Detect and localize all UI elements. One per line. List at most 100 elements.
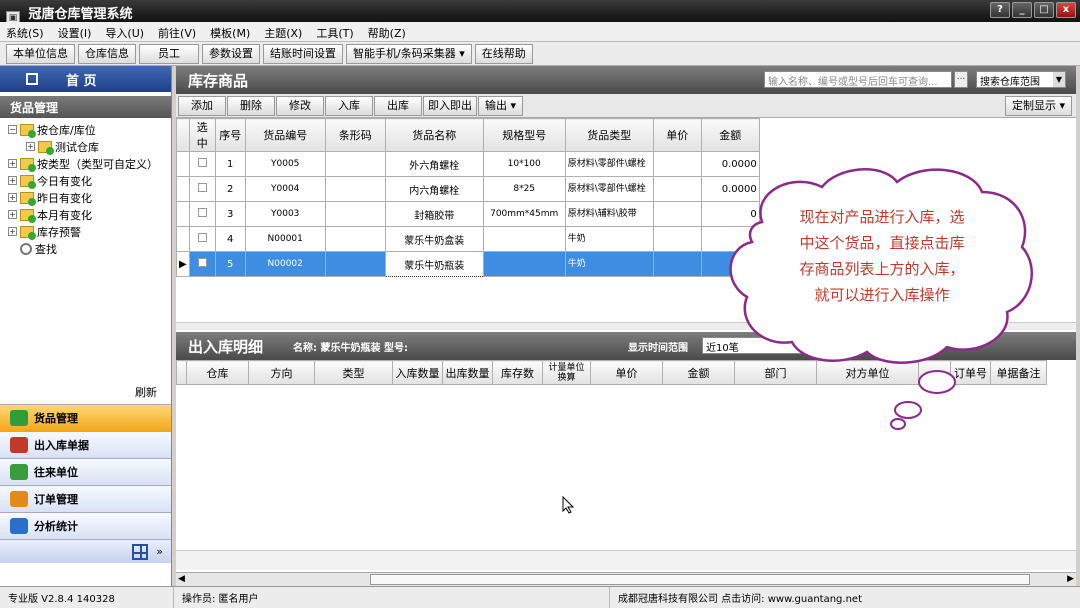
tree-node[interactable]: + 昨日有变化 bbox=[8, 189, 163, 206]
col-amount[interactable]: 金额 bbox=[700, 118, 760, 152]
expand-node-icon[interactable]: + bbox=[26, 142, 35, 151]
row-checkbox[interactable] bbox=[197, 208, 207, 217]
delete-button[interactable]: 删除 bbox=[227, 95, 275, 116]
row-checkbox[interactable] bbox=[197, 258, 207, 267]
table-row[interactable]: 3 Y0003 封箱胶带 700mm*45mm 原材料\辅料\胶带 0 bbox=[176, 201, 760, 227]
nav-button[interactable]: 往来单位 bbox=[0, 458, 171, 485]
tree-node[interactable]: + 按类型（类型可自定义） bbox=[8, 155, 163, 172]
scroll-thumb[interactable] bbox=[370, 574, 1030, 585]
tree-node[interactable]: + 库存预警 bbox=[8, 223, 163, 240]
expand-node-icon[interactable]: + bbox=[8, 159, 17, 168]
cell-price bbox=[652, 201, 702, 227]
table-row[interactable]: 2 Y0004 内六角螺栓 8*25 原材料\零部件\螺栓 0.0000 bbox=[176, 176, 760, 202]
menu-import[interactable]: 导入(U) bbox=[103, 24, 146, 40]
cell-spec: 8*25 bbox=[482, 176, 566, 202]
nav-button[interactable]: 分析统计 bbox=[0, 512, 171, 539]
in-out-button[interactable]: 即入即出 bbox=[423, 95, 477, 116]
search-input[interactable]: 输入名称、编号或型号后回车可查询... bbox=[764, 71, 952, 88]
tree-node[interactable]: 查找 bbox=[8, 240, 163, 257]
expand-node-icon[interactable]: + bbox=[8, 193, 17, 202]
expand-node-icon[interactable]: + bbox=[8, 227, 17, 236]
nav-label: 分析统计 bbox=[34, 520, 78, 533]
edit-button[interactable]: 修改 bbox=[276, 95, 324, 116]
row-checkbox[interactable] bbox=[197, 158, 207, 167]
detail-column-header[interactable]: 仓库 bbox=[186, 360, 249, 385]
nav-button[interactable]: 出入库单据 bbox=[0, 431, 171, 458]
col-type[interactable]: 货品类型 bbox=[564, 118, 654, 152]
col-spec[interactable]: 规格型号 bbox=[482, 118, 566, 152]
detail-column-header[interactable]: 库存数 bbox=[492, 360, 543, 385]
nav-button[interactable]: 货品管理 bbox=[0, 404, 171, 431]
mobile-scanner-button[interactable]: 智能手机/条码采集器 ▾ bbox=[346, 44, 472, 64]
home-button[interactable]: 首 页 bbox=[0, 66, 171, 92]
table-row[interactable]: ▶5N00002蒙乐牛奶瓶装牛奶0. bbox=[176, 251, 760, 277]
menu-system[interactable]: 系统(S) bbox=[4, 24, 46, 40]
add-button[interactable]: 添加 bbox=[178, 95, 226, 116]
inventory-table: 选中 序号 货品编号 条形码 货品名称 规格型号 货品类型 单价 金额 1 Y00… bbox=[176, 118, 760, 277]
nav-button[interactable]: 订单管理 bbox=[0, 485, 171, 512]
folder-icon bbox=[20, 157, 36, 172]
expand-node-icon[interactable]: + bbox=[8, 210, 17, 219]
menu-tools[interactable]: 工具(T) bbox=[314, 24, 355, 40]
row-indicator bbox=[176, 226, 190, 252]
grid-icon[interactable] bbox=[132, 543, 149, 560]
col-barcode[interactable]: 条形码 bbox=[324, 118, 386, 152]
refresh-link[interactable]: 刷新 bbox=[135, 384, 157, 400]
col-price[interactable]: 单价 bbox=[652, 118, 702, 152]
nav-icon bbox=[10, 437, 28, 453]
scroll-right-icon[interactable]: ▶ bbox=[1067, 574, 1074, 584]
online-help-button[interactable]: 在线帮助 bbox=[474, 44, 533, 64]
stock-in-button[interactable]: 入库 bbox=[325, 95, 373, 116]
cell-price bbox=[652, 176, 702, 202]
detail-column-header[interactable]: 入库数量 bbox=[392, 360, 443, 385]
table-row[interactable]: 4N00001蒙乐牛奶盒装牛奶0 bbox=[176, 226, 760, 252]
menu-theme[interactable]: 主题(X) bbox=[262, 24, 304, 40]
staff-button[interactable]: 员工 bbox=[139, 44, 199, 64]
tree-node[interactable]: + 今日有变化 bbox=[8, 172, 163, 189]
cell-spec: 10*100 bbox=[482, 151, 566, 177]
cell-barcode bbox=[324, 226, 386, 252]
stock-out-button[interactable]: 出库 bbox=[374, 95, 422, 116]
action-bar: 添加 删除 修改 入库 出库 即入即出 输出 ▾ 定制显示 ▾ bbox=[176, 94, 1076, 118]
maximize-button[interactable]: □ bbox=[1034, 2, 1054, 18]
col-select[interactable]: 选中 bbox=[188, 118, 216, 152]
menu-template[interactable]: 模板(M) bbox=[208, 24, 252, 40]
company-info-button[interactable]: 本单位信息 bbox=[6, 44, 75, 64]
detail-column-header[interactable]: 类型 bbox=[314, 360, 393, 385]
menu-help[interactable]: 帮助(Z) bbox=[366, 24, 408, 40]
row-checkbox[interactable] bbox=[197, 233, 207, 242]
col-code[interactable]: 货品编号 bbox=[244, 118, 326, 152]
closing-time-button[interactable]: 结账时间设置 bbox=[263, 44, 343, 64]
horizontal-scrollbar[interactable]: ◀ ▶ bbox=[176, 572, 1076, 586]
close-button[interactable]: x bbox=[1056, 2, 1076, 18]
tree-node[interactable]: − 按仓库/库位 bbox=[8, 121, 163, 138]
detail-column-header[interactable]: 方向 bbox=[248, 360, 315, 385]
detail-column-header[interactable]: 出库数量 bbox=[442, 360, 493, 385]
col-no[interactable]: 序号 bbox=[214, 118, 246, 152]
menu-goto[interactable]: 前往(V) bbox=[156, 24, 198, 40]
detail-column-header[interactable]: 单价 bbox=[590, 360, 663, 385]
warehouse-scope-select[interactable]: 搜索仓库范围 ▼ bbox=[976, 71, 1066, 88]
help-window-button[interactable]: ? bbox=[990, 2, 1010, 18]
scroll-left-icon[interactable]: ◀ bbox=[178, 574, 185, 584]
table-row[interactable]: 1 Y0005 外六角螺栓 10*100 原材料\零部件\螺栓 0.0000 bbox=[176, 151, 760, 177]
tree-node[interactable]: + 本月有变化 bbox=[8, 206, 163, 223]
menu-settings[interactable]: 设置(I) bbox=[56, 24, 94, 40]
row-checkbox[interactable] bbox=[197, 183, 207, 192]
params-button[interactable]: 参数设置 bbox=[202, 44, 260, 64]
warehouse-info-button[interactable]: 仓库信息 bbox=[78, 44, 136, 64]
collapse-node-icon[interactable]: − bbox=[8, 125, 17, 134]
detail-column-header[interactable]: 计量单位换算 bbox=[542, 360, 591, 385]
cell-type: 原材料\零部件\螺栓 bbox=[564, 176, 654, 202]
status-company-link[interactable]: 成都冠唐科技有限公司 点击访问: www.guantang.net bbox=[610, 587, 870, 608]
search-more-button[interactable]: ... bbox=[954, 71, 968, 88]
col-name[interactable]: 货品名称 bbox=[384, 118, 484, 152]
expand-node-icon[interactable]: + bbox=[8, 176, 17, 185]
cell-name: 蒙乐牛奶瓶装 bbox=[384, 251, 484, 277]
expand-icon[interactable]: » bbox=[156, 545, 163, 558]
export-button[interactable]: 输出 ▾ bbox=[478, 95, 524, 116]
tree-node[interactable]: + 测试仓库 bbox=[8, 138, 163, 155]
minimize-button[interactable]: _ bbox=[1012, 2, 1032, 18]
custom-display-button[interactable]: 定制显示 ▾ bbox=[1004, 96, 1072, 116]
mouse-cursor-icon bbox=[562, 496, 574, 514]
